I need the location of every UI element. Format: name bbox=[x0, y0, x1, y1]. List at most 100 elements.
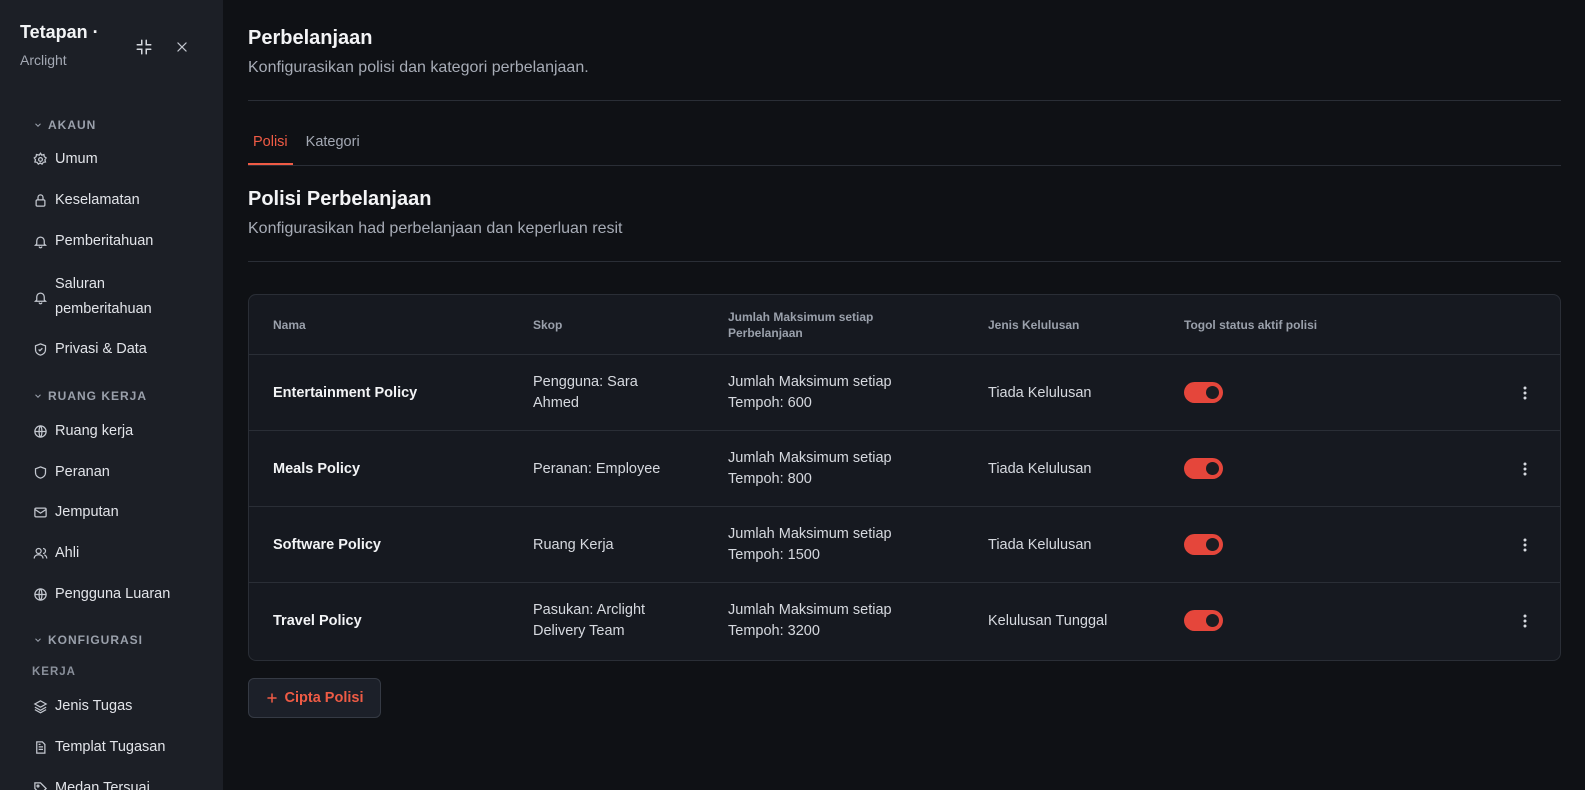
section-divider bbox=[248, 261, 1561, 262]
sidebar-item-peranan[interactable]: Peranan bbox=[33, 464, 110, 480]
policy-scope: Peranan: Employee bbox=[533, 460, 661, 477]
policy-scope: Pasukan: Arclight Delivery Team bbox=[533, 602, 646, 639]
column-header-skop[interactable]: Skop bbox=[533, 295, 562, 355]
sidebar-item-jenis-tugas[interactable]: Jenis Tugas bbox=[33, 698, 132, 714]
lock-icon bbox=[33, 193, 48, 208]
sidebar-header: Tetapan · Arclight bbox=[20, 22, 210, 82]
sidebar-item-label: Ahli bbox=[55, 545, 80, 561]
sidebar-item-label: Medan Tersuai bbox=[55, 780, 150, 790]
chevron-down-icon bbox=[35, 638, 41, 642]
globe-icon bbox=[33, 424, 48, 439]
sidebar-subsection-kerja: KERJA bbox=[32, 666, 76, 678]
sidebar-item-saluran-pemberitahuan[interactable]: Saluran pemberitahuan bbox=[33, 272, 163, 322]
column-header-togol-status[interactable]: Togol status aktif polisi bbox=[1184, 295, 1317, 355]
policy-name[interactable]: Software Policy bbox=[273, 507, 381, 583]
create-policy-label: Cipta Polisi bbox=[284, 690, 364, 706]
shield-icon bbox=[33, 465, 48, 480]
tab-bar: Polisi Kategori bbox=[248, 123, 373, 165]
tag-icon bbox=[33, 781, 48, 790]
policy-approval: Tiada Kelulusan bbox=[988, 536, 1092, 553]
table-row: Entertainment Policy Pengguna: Sara Ahme… bbox=[249, 355, 1560, 431]
policy-scope: Pengguna: Sara Ahmed bbox=[533, 374, 638, 411]
bell-icon bbox=[33, 290, 48, 305]
sidebar-item-templat-tugasan[interactable]: Templat Tugasan bbox=[33, 739, 165, 755]
section-label: RUANG KERJA bbox=[48, 389, 148, 403]
plus-icon bbox=[266, 693, 277, 703]
policy-name[interactable]: Meals Policy bbox=[273, 431, 360, 507]
toggle-knob bbox=[1206, 462, 1219, 475]
toggle-knob bbox=[1206, 538, 1219, 551]
page-title: Perbelanjaan bbox=[248, 27, 373, 49]
gear-icon bbox=[33, 151, 48, 167]
sidebar-item-ruang-kerja[interactable]: Ruang kerja bbox=[33, 423, 133, 439]
toggle-knob bbox=[1206, 614, 1219, 627]
sidebar-item-label: Jenis Tugas bbox=[55, 698, 133, 714]
policy-approval: Kelulusan Tunggal bbox=[988, 612, 1108, 629]
more-options-icon[interactable] bbox=[1514, 610, 1536, 632]
active-toggle[interactable] bbox=[1184, 534, 1223, 555]
create-policy-button[interactable]: Cipta Polisi bbox=[248, 678, 381, 718]
shield-check-icon bbox=[33, 342, 48, 357]
header-divider bbox=[248, 100, 1561, 101]
policy-approval: Tiada Kelulusan bbox=[988, 384, 1092, 401]
sidebar-item-label: Pengguna Luaran bbox=[55, 586, 171, 602]
tab-polisi[interactable]: Polisi bbox=[248, 123, 293, 165]
mail-icon bbox=[33, 505, 48, 520]
sidebar-item-label: Umum bbox=[55, 151, 98, 167]
sidebar-item-label: Ruang kerja bbox=[55, 423, 134, 439]
sidebar-item-label: Peranan bbox=[55, 464, 110, 480]
policy-approval: Tiada Kelulusan bbox=[988, 460, 1092, 477]
policy-scope: Ruang Kerja bbox=[533, 536, 614, 553]
sidebar-item-jemputan[interactable]: Jemputan bbox=[33, 504, 119, 520]
tab-kategori[interactable]: Kategori bbox=[301, 123, 365, 165]
toggle-knob bbox=[1206, 386, 1219, 399]
sidebar-item-label: Jemputan bbox=[55, 504, 119, 520]
close-icon[interactable] bbox=[171, 36, 193, 58]
page-description: Konfigurasikan polisi dan kategori perbe… bbox=[248, 59, 589, 76]
policy-max-amount: Jumlah Maksimum setiap Tempoh: 1500 bbox=[728, 526, 892, 563]
sidebar-item-umum[interactable]: Umum bbox=[33, 151, 98, 167]
layers-icon bbox=[33, 699, 48, 714]
sidebar-item-medan-tersuai[interactable]: Medan Tersuai bbox=[33, 780, 150, 790]
sidebar-item-pengguna-luaran[interactable]: Pengguna Luaran bbox=[33, 586, 170, 602]
sidebar-item-ahli[interactable]: Ahli bbox=[33, 545, 79, 561]
more-options-icon[interactable] bbox=[1514, 382, 1536, 404]
sidebar-item-keselamatan[interactable]: Keselamatan bbox=[33, 192, 140, 208]
section-title: Polisi Perbelanjaan bbox=[248, 188, 432, 210]
sidebar-item-label: Privasi & Data bbox=[55, 341, 147, 357]
policy-name[interactable]: Travel Policy bbox=[273, 583, 362, 659]
chevron-down-icon bbox=[35, 123, 41, 127]
more-options-icon[interactable] bbox=[1514, 534, 1536, 556]
table-row: Travel Policy Pasukan: Arclight Delivery… bbox=[249, 583, 1560, 659]
section-description: Konfigurasikan had perbelanjaan dan kepe… bbox=[248, 220, 623, 237]
column-header-nama[interactable]: Nama bbox=[273, 295, 306, 355]
sidebar-section-konfigurasi[interactable]: KONFIGURASI bbox=[33, 633, 143, 647]
active-toggle[interactable] bbox=[1184, 382, 1223, 403]
file-text-icon bbox=[33, 740, 48, 755]
column-header-jenis-kelulusan[interactable]: Jenis Kelulusan bbox=[988, 295, 1079, 355]
sidebar-item-label: Pemberitahuan bbox=[55, 233, 154, 249]
column-header-jumlah-maksimum[interactable]: Jumlah Maksimum setiap Perbelanjaan bbox=[728, 295, 908, 355]
sidebar-item-pemberitahuan[interactable]: Pemberitahuan bbox=[33, 233, 153, 249]
sidebar-item-label: Keselamatan bbox=[55, 192, 140, 208]
policy-max-amount: Jumlah Maksimum setiap Tempoh: 600 bbox=[728, 374, 892, 411]
table-row: Software Policy Ruang Kerja Jumlah Maksi… bbox=[249, 507, 1560, 583]
sidebar-section-ruang-kerja[interactable]: RUANG KERJA bbox=[33, 389, 147, 403]
active-toggle[interactable] bbox=[1184, 458, 1223, 479]
globe-icon bbox=[33, 587, 48, 602]
sidebar-item-label: Saluran pemberitahuan bbox=[55, 276, 152, 317]
table-header: Nama Skop Jumlah Maksimum setiap Perbela… bbox=[249, 295, 1560, 355]
bell-icon bbox=[33, 234, 48, 249]
users-icon bbox=[33, 546, 48, 561]
active-toggle[interactable] bbox=[1184, 610, 1223, 631]
table-row: Meals Policy Peranan: Employee Jumlah Ma… bbox=[249, 431, 1560, 507]
policy-name[interactable]: Entertainment Policy bbox=[273, 355, 417, 431]
chevron-down-icon bbox=[35, 394, 41, 398]
sidebar-item-privasi-data[interactable]: Privasi & Data bbox=[33, 341, 147, 357]
section-label: KONFIGURASI bbox=[48, 633, 143, 647]
sidebar: Tetapan · Arclight AKAUN Umum Keselamata… bbox=[0, 0, 223, 790]
minimize-icon[interactable] bbox=[133, 36, 155, 58]
sidebar-section-akaun[interactable]: AKAUN bbox=[33, 118, 96, 132]
policy-max-amount: Jumlah Maksimum setiap Tempoh: 800 bbox=[728, 450, 892, 487]
more-options-icon[interactable] bbox=[1514, 458, 1536, 480]
